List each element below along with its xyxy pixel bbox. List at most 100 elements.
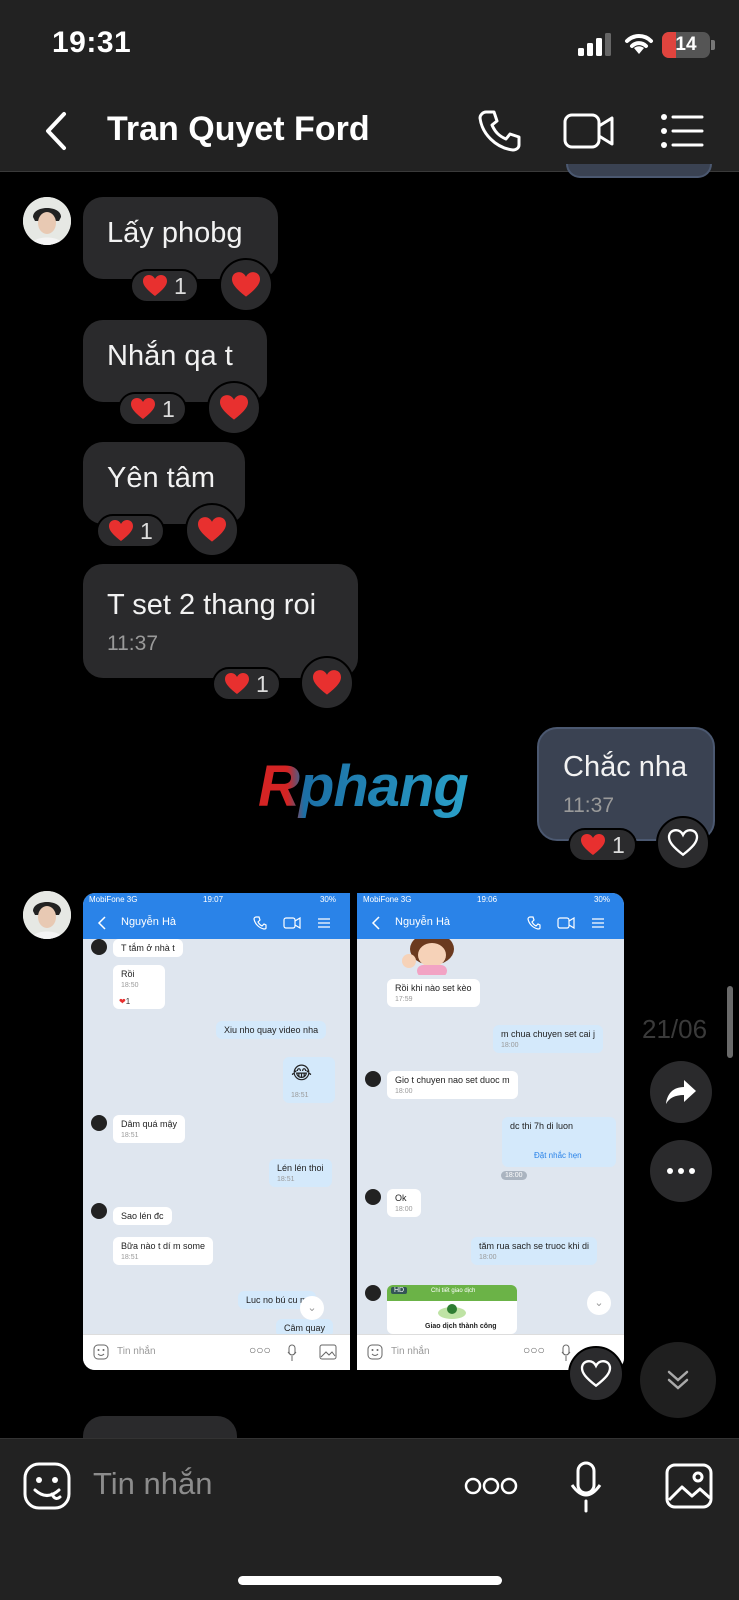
heart-icon [220, 395, 248, 420]
mini-avatar [91, 1203, 107, 1219]
mini-avatar [91, 1115, 107, 1131]
battery-cap [711, 40, 715, 50]
mini-contact-name: Nguyễn Hà [121, 916, 177, 928]
mini-message: Bữa nào t dí m some 18:51 [113, 1237, 214, 1265]
heart-icon [109, 520, 133, 541]
react-heart-button[interactable] [568, 1346, 624, 1402]
reaction-count[interactable]: 1 [212, 667, 281, 701]
menu-icon [592, 918, 604, 928]
reaction-number: 1 [140, 517, 153, 544]
message-input[interactable]: Tin nhắn [93, 1466, 213, 1502]
avatar[interactable] [23, 197, 71, 245]
mini-time: 19:06 [477, 895, 498, 904]
scroll-down-icon: ⌄ [300, 1296, 324, 1320]
heart-outline-icon [667, 829, 699, 857]
avatar-photo [23, 197, 71, 245]
menu-list-button[interactable] [658, 106, 708, 156]
heart-icon [198, 517, 226, 542]
react-heart-button[interactable] [219, 258, 273, 312]
reaction-number: 1 [174, 272, 187, 299]
video-call-button[interactable] [562, 106, 616, 156]
mini-header: Nguyễn Hà [83, 907, 350, 939]
mini-transfer-card: HD Chi tiết giao dịch Giao dịch thành cô… [387, 1285, 517, 1334]
voice-record-button[interactable] [569, 1461, 603, 1513]
mini-message: Dâm quá mậy 18:51 [113, 1115, 186, 1143]
mic-icon [561, 1344, 571, 1361]
mic-icon [287, 1344, 297, 1361]
image-attachment[interactable]: MobiFone 3G 19:06 30% Nguyễn Hà Rồi khi … [357, 893, 624, 1370]
mini-message: m chua chuyen set cai j 18:00 [493, 1025, 604, 1053]
sticker-emoji-button[interactable] [22, 1461, 72, 1511]
mini-status-bar: MobiFone 3G 19:06 30% [357, 893, 624, 907]
emoji-icon [367, 1344, 383, 1360]
heart-icon [232, 272, 260, 297]
home-indicator[interactable] [238, 1576, 502, 1585]
mini-message: Sao lén đc [113, 1207, 172, 1225]
reaction-count[interactable]: 1 [568, 828, 637, 862]
more-actions-button[interactable] [464, 1475, 518, 1497]
reaction-count[interactable]: 1 [130, 269, 199, 303]
mini-header: Nguyễn Hà [357, 907, 624, 939]
message-text: Yên tâm [107, 462, 215, 494]
laughing-emoji-icon: 😂 [291, 1063, 313, 1083]
watermark-logo: Rphang [258, 754, 469, 819]
transfer-illustration-icon [438, 1304, 466, 1319]
call-button[interactable] [474, 106, 524, 156]
mini-status-bar: MobiFone 3G 19:07 30% [83, 893, 350, 907]
back-icon [97, 916, 106, 930]
sticker-girl-icon [402, 939, 454, 975]
mini-contact-name: Nguyễn Hà [395, 916, 451, 928]
image-icon [319, 1344, 337, 1360]
call-icon [527, 916, 541, 930]
react-heart-button[interactable] [656, 816, 710, 870]
reaction-count[interactable]: 1 [118, 392, 187, 426]
double-chevron-down-icon [667, 1370, 689, 1390]
mini-carrier: MobiFone 3G [89, 895, 138, 904]
video-icon [557, 917, 575, 929]
gallery-button[interactable] [664, 1462, 714, 1510]
message-text: T set 2 thang roi [107, 589, 317, 621]
scroll-indicator[interactable] [727, 986, 733, 1058]
heart-icon [225, 673, 249, 694]
back-button[interactable] [36, 106, 76, 156]
react-heart-button[interactable] [185, 503, 239, 557]
message-text: Lấy phobg [107, 217, 243, 249]
more-dots-icon [667, 1168, 695, 1174]
heart-icon [313, 670, 341, 695]
mini-battery: 30% [593, 895, 610, 904]
mini-placeholder: Tin nhắn [117, 1346, 156, 1357]
mini-message: 😂 18:51 [283, 1057, 335, 1103]
mini-placeholder: Tin nhắn [391, 1346, 430, 1357]
date-overlay: 21/06 [642, 1014, 708, 1044]
message-text: Nhắn qa t [107, 340, 233, 372]
heart-icon [143, 275, 167, 296]
heart-icon [581, 834, 605, 855]
mini-time-pill: 18:00 [501, 1171, 527, 1180]
chat-title[interactable]: Tran Quyet Ford [107, 110, 370, 149]
signal-icon [578, 33, 611, 56]
mini-time: 19:07 [203, 895, 224, 904]
back-icon [371, 916, 380, 930]
menu-icon [318, 918, 330, 928]
more-options-button[interactable] [650, 1140, 712, 1202]
reaction-number: 1 [256, 670, 269, 697]
battery-level: 14 [675, 34, 697, 55]
share-button[interactable] [650, 1061, 712, 1123]
status-time: 19:31 [52, 26, 132, 59]
mini-message: dc thi 7h di luon Đặt nhắc hẹn [502, 1117, 616, 1167]
reaction-count[interactable]: 1 [96, 514, 165, 548]
video-icon [283, 917, 301, 929]
avatar[interactable] [23, 891, 71, 939]
mini-message: T tắm ở nhà t [113, 939, 183, 957]
mini-avatar [365, 1189, 381, 1205]
react-heart-button[interactable] [300, 656, 354, 710]
wifi-icon [625, 34, 653, 54]
message-text: Chắc nha [563, 751, 688, 783]
scroll-down-icon: ⌄ [587, 1291, 611, 1315]
mini-message: Ok 18:00 [387, 1189, 421, 1217]
previous-bubble-edge [566, 164, 712, 178]
react-heart-button[interactable] [207, 381, 261, 435]
mini-battery: 30% [319, 895, 336, 904]
scroll-to-bottom-button[interactable] [640, 1342, 716, 1418]
mini-avatar [365, 1071, 381, 1087]
